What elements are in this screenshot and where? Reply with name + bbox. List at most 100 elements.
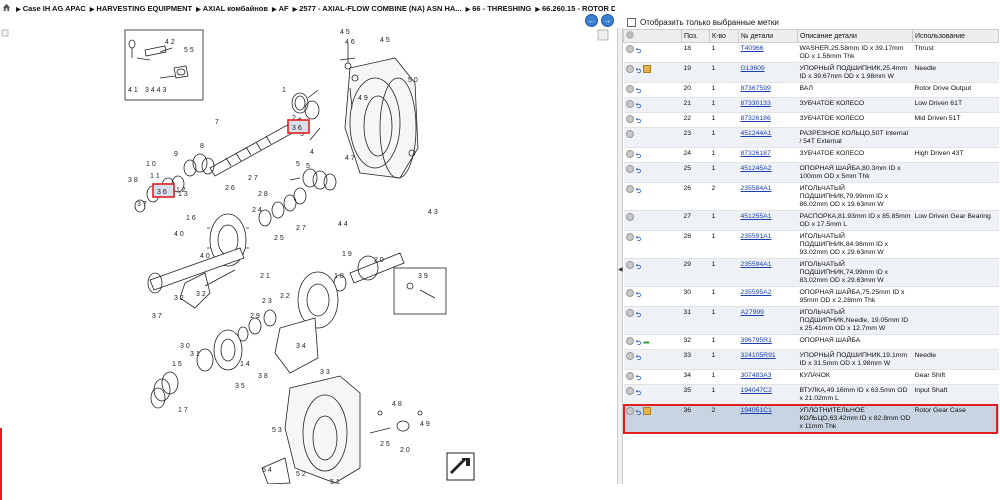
return-arrow-icon[interactable]: ⮌ <box>636 340 642 348</box>
header-info-icon[interactable] <box>626 31 634 39</box>
header-pos[interactable]: Поз. <box>681 29 710 43</box>
row-part-number[interactable]: 235584A1 <box>741 185 772 192</box>
breadcrumb-item[interactable]: 2577 - AXIAL-FLOW COMBINE (NA) ASN HA... <box>299 4 461 13</box>
row-part-number[interactable]: 87330133 <box>741 100 771 107</box>
table-row[interactable]: 27 1 451255A1 РАСПОРКА,81.93mm ID x 85.85mm… <box>623 210 999 231</box>
table-row[interactable]: 23 1 451244A1 РАЗРЕЗНОЕ КОЛЬЦО,50T Internal… <box>623 127 999 148</box>
header-desc[interactable]: Описание детали <box>797 29 913 43</box>
return-arrow-icon[interactable]: ⮌ <box>636 153 642 161</box>
table-row[interactable]: ⮌ 21 1 87330133 ЗУБЧАТОЕ КОЛЕСО Low Driven 61… <box>623 97 999 113</box>
return-arrow-icon[interactable]: ⮌ <box>636 355 642 363</box>
row-part-number[interactable]: 235591A1 <box>741 233 772 240</box>
return-arrow-icon[interactable]: ⮌ <box>636 312 642 320</box>
info-icon[interactable] <box>625 309 634 317</box>
row-part-number[interactable]: 451255A1 <box>741 213 772 220</box>
info-icon[interactable] <box>625 337 634 345</box>
return-arrow-icon[interactable]: ⮌ <box>636 375 642 383</box>
info-icon[interactable] <box>625 65 634 73</box>
table-row[interactable]: ⮌ 28 1 235591A1 ИГОЛЬЧАТЫЙ ПОДШИПНИК,84.98mm… <box>623 230 999 259</box>
return-arrow-icon[interactable]: ⮌ <box>636 48 642 56</box>
table-row[interactable]: ⮌ ➦ 32 1 396795R1 ОПОРНАЯ ШАЙБА <box>623 334 999 350</box>
row-usage: Gear Shift <box>914 372 946 379</box>
info-icon[interactable] <box>625 85 634 93</box>
return-arrow-icon[interactable]: ⮌ <box>636 188 642 196</box>
table-row[interactable]: ⮌ 25 1 451245A2 ОПОРНАЯ ШАЙБА,80.3mm ID x 10… <box>623 162 999 183</box>
row-part-number[interactable]: 87326186 <box>741 115 771 122</box>
row-part-number[interactable]: 396795R1 <box>741 337 772 344</box>
row-part-number[interactable]: A27999 <box>741 309 764 316</box>
return-arrow-icon[interactable]: ⮌ <box>636 88 642 96</box>
header-qty[interactable]: К-во <box>709 29 739 43</box>
highlight-label-1[interactable]: 3 6 <box>292 125 302 132</box>
row-part-number[interactable]: 451244A1 <box>741 130 772 137</box>
header-use[interactable]: Использование <box>912 29 999 43</box>
green-arrow-icon[interactable]: ➦ <box>643 339 650 347</box>
table-row[interactable]: ⮌ 20 1 87367599 ВАЛ Rotor Drive Output <box>623 82 999 98</box>
info-icon[interactable] <box>625 289 634 297</box>
forward-arrow-icon[interactable]: → <box>601 14 614 27</box>
table-row[interactable]: ⮌ 26 2 235584A1 ИГОЛЬЧАТЫЙ ПОДШИПНИК,79.99mm… <box>623 182 999 211</box>
return-arrow-icon[interactable]: ⮌ <box>636 103 642 111</box>
info-icon[interactable] <box>625 150 634 158</box>
table-row[interactable]: ⮌ 31 1 A27999 ИГОЛЬЧАТЫЙ ПОДШИПНИК,Needle, 1… <box>623 306 999 335</box>
row-part-number[interactable]: 235594A1 <box>741 261 772 268</box>
collapse-arrow-icon[interactable]: ◀ <box>618 266 623 273</box>
package-icon[interactable] <box>643 65 652 73</box>
svg-text:5 0: 5 0 <box>408 77 418 84</box>
info-icon[interactable] <box>625 233 634 241</box>
return-arrow-icon[interactable]: ⮌ <box>636 68 642 76</box>
info-icon[interactable] <box>625 115 634 123</box>
row-pos: 34 <box>683 372 692 379</box>
info-icon[interactable] <box>625 372 634 380</box>
header-part[interactable]: № детали <box>738 29 798 43</box>
info-icon[interactable] <box>625 213 634 221</box>
info-icon[interactable] <box>625 100 634 108</box>
info-icon[interactable] <box>625 387 634 395</box>
table-row[interactable]: ⮌ 33 1 324105R91 УПОРНЫЙ ПОДШИПНИК,19.1mm ID… <box>623 349 999 370</box>
info-icon[interactable] <box>625 261 634 269</box>
breadcrumb-item[interactable]: 66.260.15 - ROTOR DRIVE - HOUSING, GEAR <box>542 4 615 13</box>
return-arrow-icon[interactable]: ⮌ <box>636 292 642 300</box>
info-icon[interactable] <box>625 352 634 360</box>
row-icons: ⮌ <box>623 306 682 335</box>
breadcrumb-item[interactable]: HARVESTING EQUIPMENT <box>96 4 192 13</box>
row-part-number[interactable]: G13609 <box>741 65 765 72</box>
return-arrow-icon[interactable]: ⮌ <box>636 236 642 244</box>
return-arrow-icon[interactable]: ⮌ <box>636 264 642 272</box>
table-row[interactable]: ⮌ 18 1 T40966 WASHER,25.58mm ID x 39.17mm OD… <box>623 42 999 63</box>
table-row[interactable]: ⮌ 35 1 194047C2 ВТУЛКА,49.16mm ID x 63.5mm O… <box>623 384 999 405</box>
row-part-number[interactable]: 87367599 <box>741 85 771 92</box>
row-part-number[interactable]: 324105R91 <box>741 352 776 359</box>
table-row[interactable]: ⮌ 30 1 235595A2 ОПОРНАЯ ШАЙБА,75.25mm ID x 9… <box>623 286 999 307</box>
table-row[interactable]: ⮌ 19 1 G13609 УПОРНЫЙ ПОДШИПНИК,25.4mm ID x … <box>623 62 999 83</box>
return-arrow-icon[interactable]: ⮌ <box>636 168 642 176</box>
table-row[interactable]: ⮌ 29 1 235594A1 ИГОЛЬЧАТЫЙ ПОДШИПНИК,74.99mm… <box>623 258 999 287</box>
info-icon[interactable] <box>625 185 634 193</box>
header-icons[interactable] <box>623 29 682 43</box>
show-selected-checkbox[interactable] <box>627 17 636 27</box>
breadcrumb-item[interactable]: Case IH AG APAC <box>23 4 86 13</box>
table-row[interactable]: ⮌ 34 1 307483A3 КУЛАЧОК Gear Shift <box>623 369 999 385</box>
exploded-drawing[interactable]: 4 54 64 5 5 04 94 7 4 25 54 1 3 4 4 34 3… <box>0 28 615 500</box>
info-icon[interactable] <box>625 45 634 53</box>
row-qty: 1 <box>711 309 716 316</box>
row-part-number[interactable]: 307483A3 <box>741 372 772 379</box>
return-arrow-icon[interactable]: ⮌ <box>636 118 642 126</box>
table-row[interactable]: ⮌ 24 1 87326187 ЗУБЧАТОЕ КОЛЕСО High Driven 4… <box>623 147 999 163</box>
row-part-number[interactable]: 87326187 <box>741 150 771 157</box>
row-part-number[interactable]: T40966 <box>741 45 764 52</box>
breadcrumb-item[interactable]: 66 - THRESHING <box>472 4 531 13</box>
highlight-label-2[interactable]: 3 6 <box>157 189 167 196</box>
row-part-number[interactable]: 194047C2 <box>741 387 772 394</box>
info-icon[interactable] <box>625 165 634 173</box>
row-part-number[interactable]: 235595A2 <box>741 289 772 296</box>
table-row[interactable]: ⮌ 22 1 87326186 ЗУБЧАТОЕ КОЛЕСО Mid Driven 51… <box>623 112 999 128</box>
breadcrumb-item[interactable]: AXIAL комбайнов <box>203 4 268 13</box>
breadcrumb-item[interactable]: AF <box>279 4 289 13</box>
row-part-number[interactable]: 451245A2 <box>741 165 772 172</box>
back-arrow-icon[interactable]: ← <box>585 14 598 27</box>
home-icon[interactable] <box>2 3 11 12</box>
row-part-number-cell: 451255A1 <box>738 210 798 231</box>
info-icon[interactable] <box>625 130 634 138</box>
return-arrow-icon[interactable]: ⮌ <box>636 390 642 398</box>
